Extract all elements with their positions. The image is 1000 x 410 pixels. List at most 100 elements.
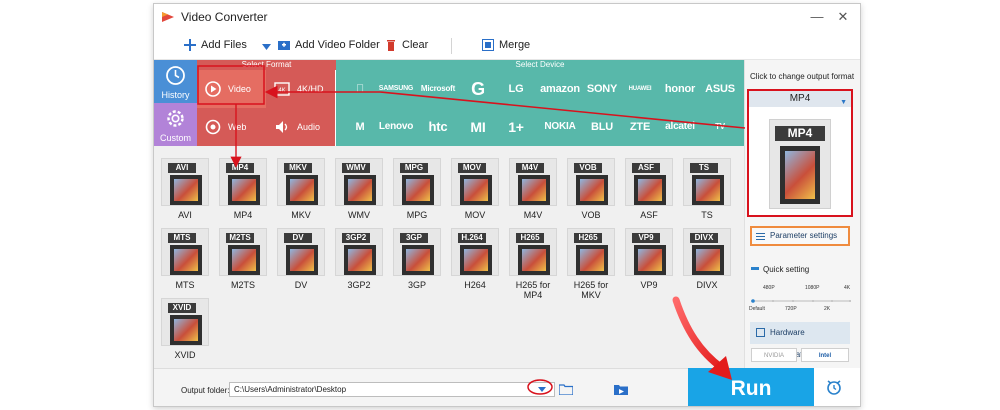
format-item-h265-for-mkv[interactable]: H265 H265 for MKV <box>564 226 618 300</box>
format-tile: 3GP <box>393 228 441 276</box>
format-item-mov[interactable]: MOV MOV <box>448 156 502 222</box>
format-tile: H.264 <box>451 228 499 276</box>
device-lg[interactable]: LG <box>492 70 540 108</box>
format-name: MKV <box>291 210 311 220</box>
format-item-mp4[interactable]: MP4 MP4 <box>216 156 270 222</box>
custom-tab[interactable]: Custom <box>154 103 197 146</box>
format-item-wmv[interactable]: WMV WMV <box>332 156 386 222</box>
format-tag: M2TS <box>226 233 254 243</box>
format-tag: MP4 <box>226 163 254 173</box>
format-item-3gp2[interactable]: 3GP2 3GP2 <box>332 226 386 292</box>
parameter-settings-button[interactable]: Parameter settings <box>750 226 850 246</box>
format-item-mpg[interactable]: MPG MPG <box>390 156 444 222</box>
folder-open-icon[interactable] <box>559 383 573 395</box>
close-button[interactable]: ✕ <box>834 8 852 26</box>
output-panel: Click to change output format MP4 ▼ MP4 … <box>744 60 860 368</box>
format-item-vob[interactable]: VOB VOB <box>564 156 618 222</box>
format-tile: MOV <box>451 158 499 206</box>
chevron-down-icon[interactable] <box>262 44 271 50</box>
format-item-h264[interactable]: H.264 H264 <box>448 226 502 292</box>
nvidia-badge[interactable]: NVIDIA <box>751 348 797 362</box>
quality-slider[interactable] <box>751 299 851 303</box>
format-item-xvid[interactable]: XVID XVID <box>158 296 212 362</box>
quality-tick-2k: 2K <box>824 306 831 312</box>
title-bar: Video Converter — ✕ <box>154 4 860 30</box>
film-icon <box>780 146 820 204</box>
merge-icon <box>482 39 494 51</box>
format-name: XVID <box>174 350 196 360</box>
alarm-clock-icon[interactable] <box>825 378 843 396</box>
format-item-3gp[interactable]: 3GP 3GP <box>390 226 444 292</box>
hardware-acceleration-button[interactable]: Hardware acceleration <box>750 322 850 359</box>
app-window: Video Converter — ✕ Add Files Add Video … <box>153 3 861 407</box>
folder-plus-icon <box>278 41 290 50</box>
film-icon <box>344 245 376 275</box>
left-tabs: History Custom <box>154 60 197 146</box>
category-video[interactable]: Video <box>197 70 266 108</box>
device-lenovo[interactable]: Lenovo <box>372 108 420 146</box>
format-item-h265-for-mp4[interactable]: H265 H265 for MP4 <box>506 226 560 300</box>
format-tag: MPG <box>400 163 428 173</box>
device-oneplus[interactable]: 1+ <box>492 108 540 146</box>
format-name: ASF <box>640 210 658 220</box>
format-tile: H265 <box>509 228 557 276</box>
format-item-ts[interactable]: TS TS <box>680 156 734 222</box>
category-web-label: Web <box>228 122 247 132</box>
film-icon <box>460 175 492 205</box>
format-tile: MTS <box>161 228 209 276</box>
device-asus[interactable]: ASUS <box>696 70 744 108</box>
chevron-down-icon: ▼ <box>840 99 847 106</box>
add-files-button[interactable]: Add Files <box>184 39 247 51</box>
output-format-selector[interactable]: MP4 ▼ MP4 <box>747 89 853 217</box>
app-logo-icon <box>162 12 174 22</box>
category-4k-hd[interactable]: 4K 4K/HD <box>266 70 335 108</box>
category-video-label: Video <box>228 84 251 94</box>
custom-tab-label: Custom <box>159 133 191 143</box>
format-item-mkv[interactable]: MKV MKV <box>274 156 328 222</box>
minimize-button[interactable]: — <box>808 8 826 26</box>
format-item-divx[interactable]: DIVX DIVX <box>680 226 734 292</box>
format-name: AVI <box>178 210 192 220</box>
quality-tick-1080p: 1080P <box>805 285 820 291</box>
format-item-mts[interactable]: MTS MTS <box>158 226 212 292</box>
clear-button[interactable]: Clear <box>385 39 428 51</box>
open-output-folder-icon[interactable] <box>614 383 628 395</box>
toolbar-divider <box>451 38 452 54</box>
category-web[interactable]: Web <box>197 108 266 146</box>
format-tag: ASF <box>632 163 660 173</box>
format-tile: AVI <box>161 158 209 206</box>
format-name: WMV <box>348 210 370 220</box>
format-item-m2ts[interactable]: M2TS M2TS <box>216 226 270 292</box>
format-tag: H265 <box>574 233 602 243</box>
format-item-asf[interactable]: ASF ASF <box>622 156 676 222</box>
device-nokia[interactable]: NOKIA <box>536 108 584 146</box>
quick-setting-dot <box>751 267 759 270</box>
selected-format-label: MP4 <box>789 93 811 104</box>
format-tag: VP9 <box>632 233 660 243</box>
quality-tick-default: Default <box>749 306 765 312</box>
device-amazon[interactable]: amazon <box>536 70 584 108</box>
format-item-avi[interactable]: AVI AVI <box>158 156 212 222</box>
device-tv[interactable]: TV <box>696 108 744 146</box>
format-tag: 3GP2 <box>342 233 370 243</box>
format-tag: 3GP <box>400 233 428 243</box>
output-format-header[interactable]: MP4 ▼ <box>749 91 851 107</box>
output-folder-field[interactable]: C:\Users\Administrator\Desktop <box>229 382 555 397</box>
intel-badge[interactable]: Intel <box>801 348 849 362</box>
format-tile: M2TS <box>219 228 267 276</box>
film-icon <box>518 175 550 205</box>
run-button[interactable]: Run <box>688 368 814 406</box>
history-tab[interactable]: History <box>154 60 197 103</box>
film-icon <box>402 245 434 275</box>
format-item-vp9[interactable]: VP9 VP9 <box>622 226 676 292</box>
output-folder-dropdown-icon[interactable] <box>533 384 551 395</box>
add-video-folder-button[interactable]: Add Video Folder <box>278 39 380 51</box>
format-item-dv[interactable]: DV DV <box>274 226 328 292</box>
film-icon <box>286 245 318 275</box>
device-samsung[interactable]: SAMSUNG <box>372 70 420 108</box>
merge-button[interactable]: Merge <box>482 39 530 51</box>
format-tag: XVID <box>168 303 196 313</box>
chip-icon <box>756 328 765 337</box>
format-item-m4v[interactable]: M4V M4V <box>506 156 560 222</box>
category-audio[interactable]: Audio <box>266 108 335 146</box>
